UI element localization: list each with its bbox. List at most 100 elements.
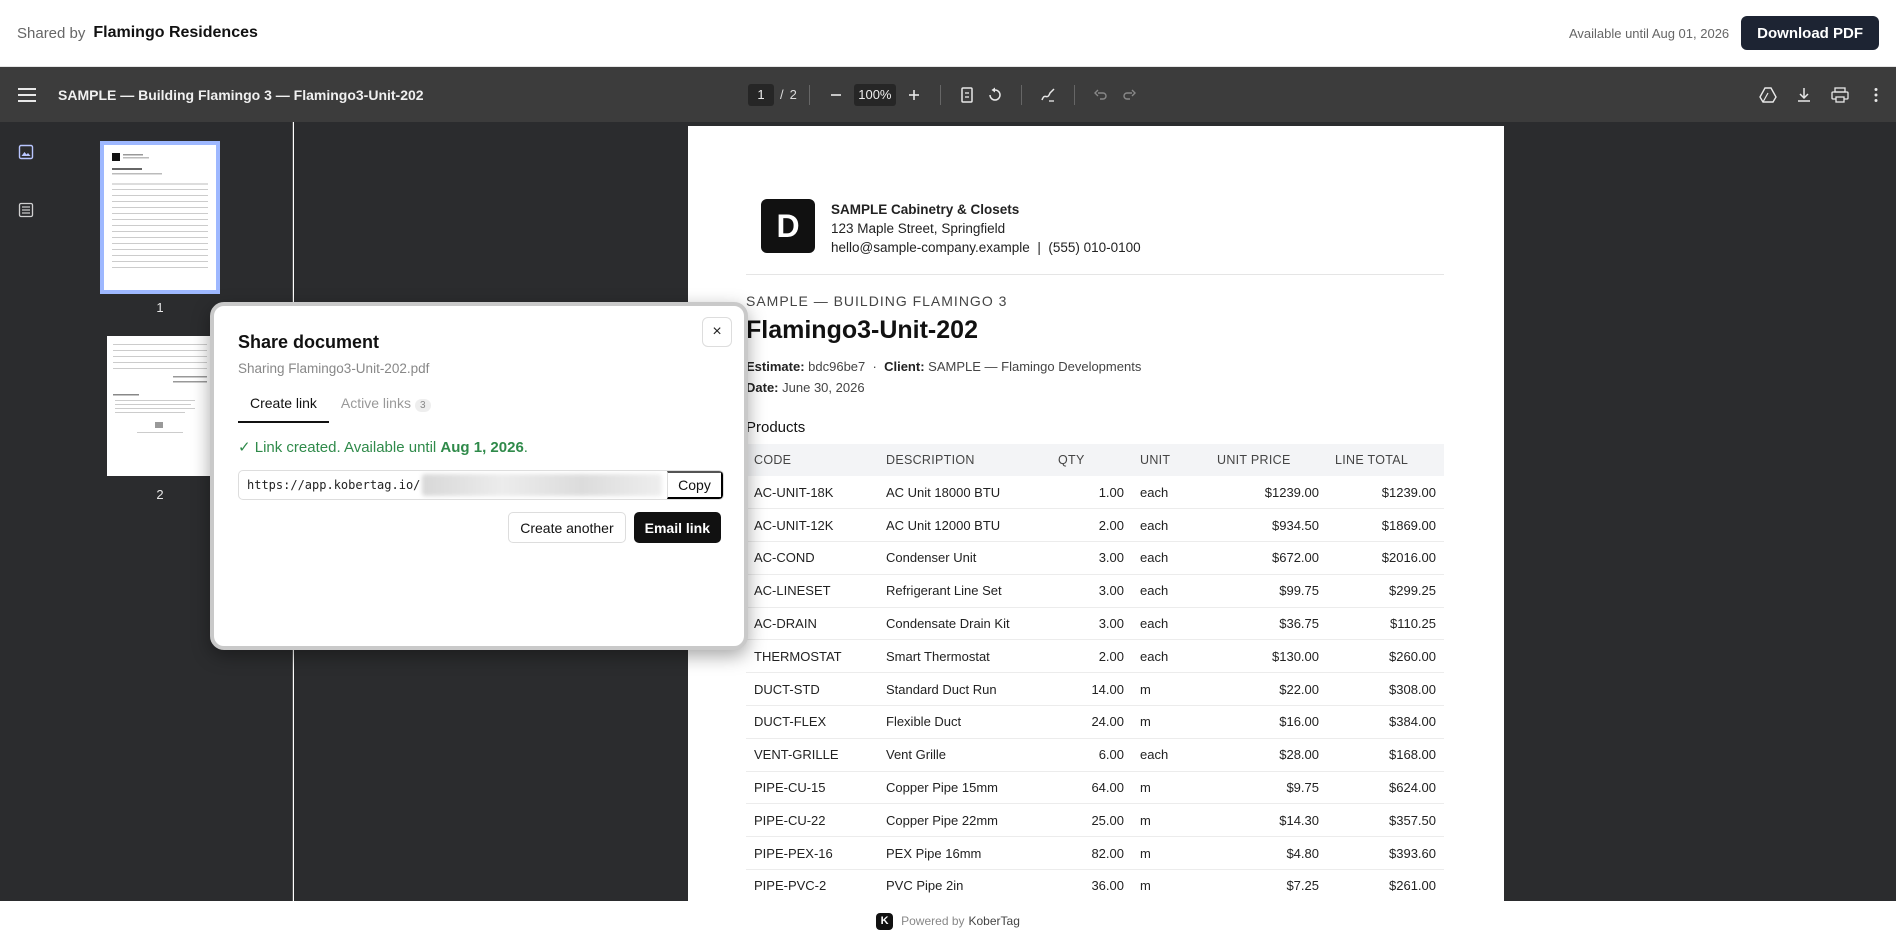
toolbar-divider <box>808 84 810 105</box>
table-cell: $99.75 <box>1209 574 1327 608</box>
client-name: SAMPLE — Flamingo Developments <box>928 359 1142 374</box>
thumbnails-icon[interactable] <box>18 144 36 162</box>
page-thumbnail-1[interactable] <box>100 141 220 294</box>
table-cell: $384.00 <box>1327 705 1444 739</box>
divider <box>746 274 1444 275</box>
share-tabs: Create link Active links 3 <box>238 390 443 423</box>
share-link-url[interactable]: https://app.kobertag.io/ <box>239 478 420 492</box>
table-row: VENT-GRILLE Vent Grille 6.00 each $28.00 $168… <box>746 738 1444 772</box>
table-cell: AC-LINESET <box>746 574 878 608</box>
table-row: AC-LINESET Refrigerant Line Set 3.00 each $9… <box>746 574 1444 608</box>
client-label: Client: <box>884 359 925 374</box>
table-cell: 36.00 <box>1050 869 1132 901</box>
download-icon[interactable] <box>1790 81 1818 109</box>
table-cell: 14.00 <box>1050 672 1132 707</box>
tab-create-link[interactable]: Create link <box>238 390 329 423</box>
dialog-subtitle: Sharing Flamingo3-Unit-202.pdf <box>238 361 430 376</box>
table-cell: $28.00 <box>1209 738 1327 772</box>
table-cell: $1239.00 <box>1327 476 1444 510</box>
meta-separator: · <box>872 359 877 374</box>
menu-icon[interactable] <box>18 87 36 102</box>
fit-page-icon[interactable] <box>953 81 981 109</box>
company-info: SAMPLE Cabinetry & Closets 123 Maple Str… <box>831 200 1141 257</box>
share-link-field[interactable]: https://app.kobertag.io/ Copy <box>238 470 724 500</box>
table-row: PIPE-PVC-2 PVC Pipe 2in 36.00 m $7.25 $261.00 <box>746 869 1444 901</box>
table-cell: AC Unit 12000 BTU <box>878 508 1050 543</box>
table-cell: $261.00 <box>1327 869 1444 901</box>
table-cell: each <box>1132 541 1209 575</box>
drive-icon[interactable] <box>1754 81 1782 109</box>
sidebar-tabs <box>18 144 36 220</box>
toolbar-divider <box>1020 84 1022 105</box>
copy-button[interactable]: Copy <box>667 471 723 499</box>
column-header: QTY <box>1050 444 1132 476</box>
email-link-button[interactable]: Email link <box>633 512 721 543</box>
document-title: SAMPLE — Building Flamingo 3 — Flamingo3… <box>58 86 424 103</box>
toolbar-right <box>1754 67 1890 122</box>
undo-icon[interactable] <box>1087 81 1115 109</box>
unit-title: Flamingo3-Unit-202 <box>746 316 978 344</box>
thumbnail-number: 1 <box>156 300 164 315</box>
print-icon[interactable] <box>1826 81 1854 109</box>
tab-active-links[interactable]: Active links 3 <box>329 390 443 423</box>
table-header-row: CODE DESCRIPTION QTY UNIT UNIT PRICE LIN… <box>746 444 1444 476</box>
table-cell: Copper Pipe 22mm <box>878 803 1050 838</box>
table-cell: $36.75 <box>1209 607 1327 641</box>
active-links-count: 3 <box>414 399 431 412</box>
table-cell: 2.00 <box>1050 508 1132 543</box>
thumbnail-number: 2 <box>156 487 164 502</box>
zoom-in-icon[interactable] <box>900 81 928 109</box>
table-cell: $7.25 <box>1209 869 1327 901</box>
table-cell: each <box>1132 476 1209 510</box>
date-label: Date: <box>746 380 779 395</box>
close-icon[interactable]: × <box>702 317 732 347</box>
table-cell: $168.00 <box>1327 738 1444 772</box>
rotate-icon[interactable] <box>981 81 1009 109</box>
availability-text: Available until Aug 01, 2026 <box>1568 25 1730 41</box>
table-cell: $260.00 <box>1327 639 1444 674</box>
outline-icon[interactable] <box>18 202 36 220</box>
table-cell: $2016.00 <box>1327 541 1444 575</box>
table-row: DUCT-STD Standard Duct Run 14.00 m $22.00 $30… <box>746 672 1444 707</box>
table-cell: Standard Duct Run <box>878 672 1050 707</box>
toolbar-divider <box>939 84 941 105</box>
table-row: AC-UNIT-18K AC Unit 18000 BTU 1.00 each $123… <box>746 476 1444 510</box>
table-cell: each <box>1132 607 1209 641</box>
table-cell: 3.00 <box>1050 541 1132 575</box>
page-thumbnail-2[interactable] <box>107 336 213 476</box>
document-date: June 30, 2026 <box>782 380 865 395</box>
table-cell: Smart Thermostat <box>878 639 1050 674</box>
table-cell: PVC Pipe 2in <box>878 869 1050 901</box>
create-another-button[interactable]: Create another <box>508 512 626 543</box>
zoom-level-input[interactable]: 100% <box>853 83 896 106</box>
pdf-page: D SAMPLE Cabinetry & Closets 123 Maple S… <box>688 126 1504 901</box>
table-cell: $9.75 <box>1209 771 1327 805</box>
share-header: Shared by Flamingo Residences Available … <box>0 0 1896 67</box>
company-contact: hello@sample-company.example | (555) 010… <box>831 238 1141 257</box>
table-row: AC-DRAIN Condensate Drain Kit 3.00 each $36.… <box>746 607 1444 641</box>
table-cell: PIPE-CU-22 <box>746 803 878 838</box>
more-options-icon[interactable] <box>1862 81 1890 109</box>
table-cell: $357.50 <box>1327 803 1444 838</box>
dialog-actions: Create another Email link <box>508 512 721 543</box>
table-cell: 64.00 <box>1050 771 1132 805</box>
table-row: PIPE-PEX-16 PEX Pipe 16mm 82.00 m $4.80 $393.… <box>746 836 1444 871</box>
table-cell: $22.00 <box>1209 672 1327 707</box>
table-cell: Copper Pipe 15mm <box>878 771 1050 805</box>
table-cell: $110.25 <box>1327 607 1444 641</box>
redo-icon[interactable] <box>1115 81 1143 109</box>
page-number-input[interactable]: 1 <box>748 83 774 106</box>
table-row: AC-UNIT-12K AC Unit 12000 BTU 2.00 each $934… <box>746 508 1444 543</box>
table-cell: $934.50 <box>1209 508 1327 543</box>
zoom-out-icon[interactable] <box>822 81 850 109</box>
table-cell: $130.00 <box>1209 639 1327 674</box>
table-cell: 2.00 <box>1050 639 1132 674</box>
download-pdf-button[interactable]: Download PDF <box>1741 16 1879 50</box>
table-row: AC-COND Condenser Unit 3.00 each $672.00 $201… <box>746 541 1444 575</box>
kobertag-logo: K <box>876 912 894 930</box>
annotate-icon[interactable] <box>1034 81 1062 109</box>
table-cell: AC-DRAIN <box>746 607 878 641</box>
brand-name[interactable]: KoberTag <box>969 914 1020 928</box>
estimate-label: Estimate: <box>746 359 805 374</box>
table-cell: 3.00 <box>1050 574 1132 608</box>
